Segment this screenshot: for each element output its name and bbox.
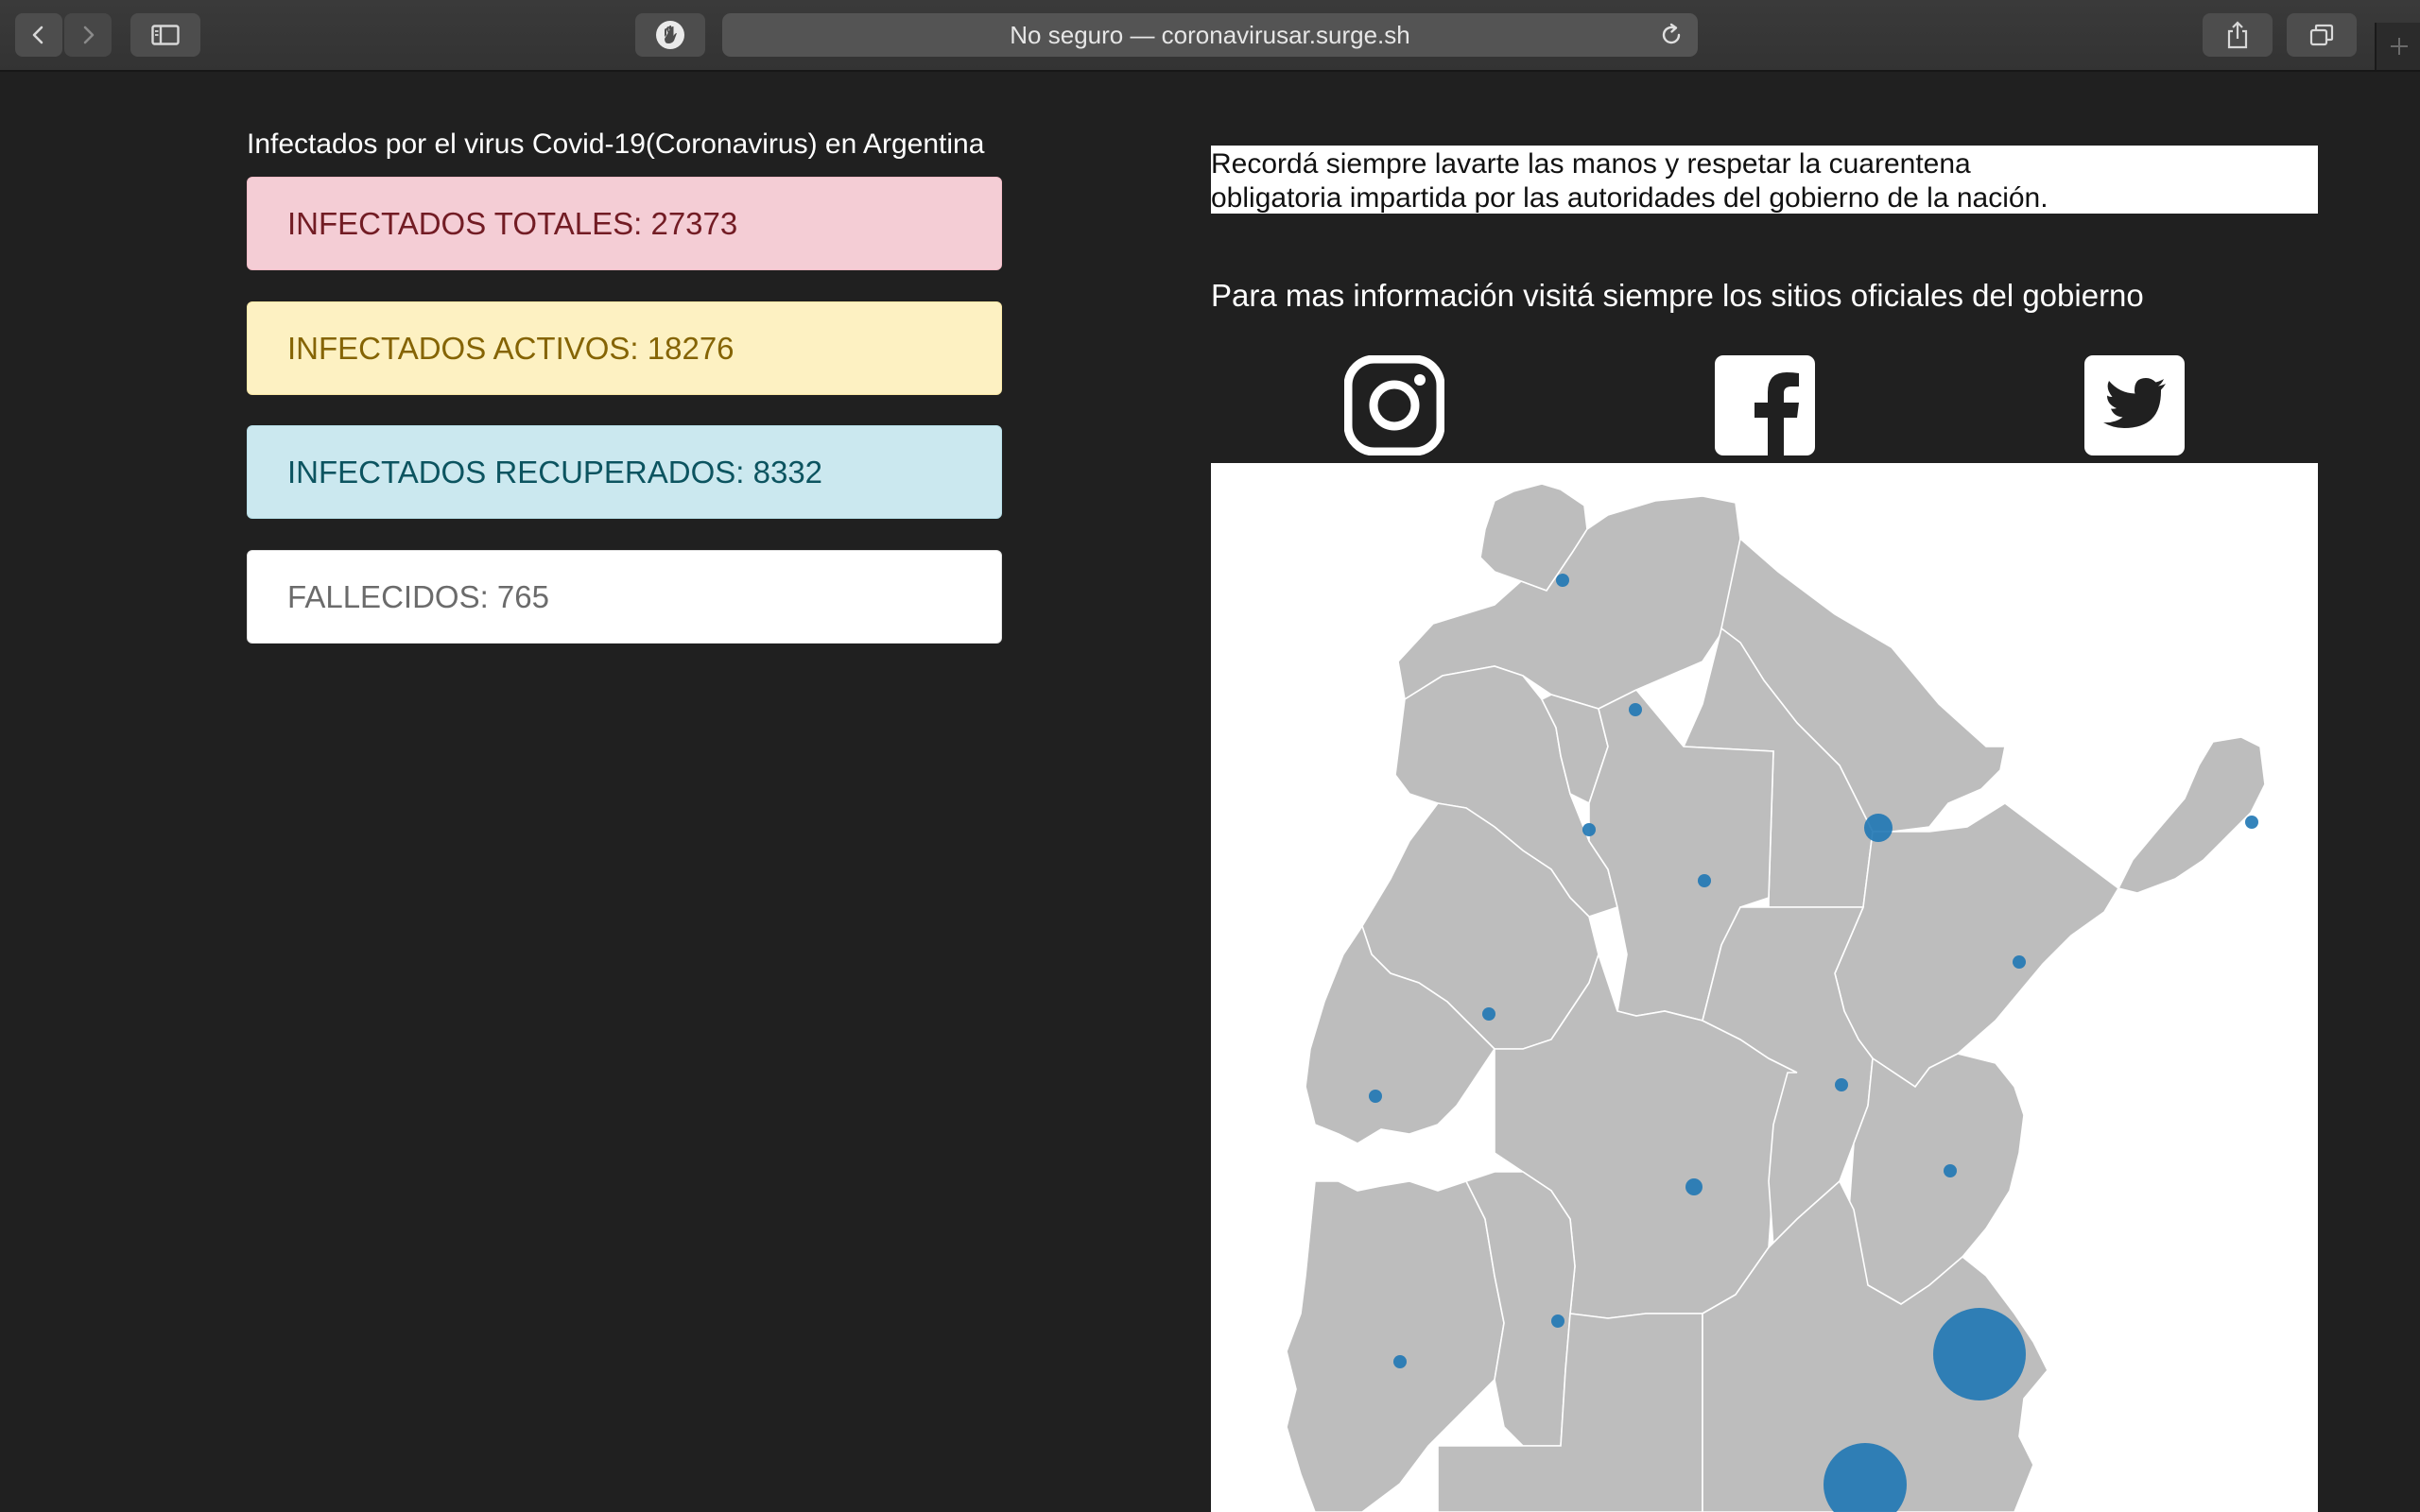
bubble-salta[interactable] [1629,703,1642,716]
page-title: Infectados por el virus Covid-19(Coronav… [247,129,985,160]
bubble-corrientes[interactable] [1944,1164,1957,1177]
new-tab-button[interactable] [2375,23,2420,70]
address-text: No seguro — coronavirusar.surge.sh [1010,20,1410,49]
browser-toolbar: No seguro — coronavirusar.surge.sh [0,0,2420,72]
deaths-card: FALLECIDOS: 765 [247,550,1002,644]
facebook-icon [1715,355,1815,455]
forward-icon [83,26,95,44]
forward-button[interactable] [64,13,112,57]
sidebar-button[interactable] [130,13,200,57]
tabs-overview-button[interactable] [2287,13,2357,57]
instagram-link[interactable] [1344,355,1444,455]
quarantine-notice: Recordá siempre lavarte las manos y resp… [1211,146,2318,214]
new-tab-icon [2391,38,2408,55]
privacy-button[interactable] [635,13,705,57]
reload-icon[interactable] [1658,22,1685,48]
back-icon [32,26,43,44]
back-button[interactable] [15,13,62,57]
argentina-map [1211,463,2318,1512]
bubble-formosa[interactable] [1864,814,1893,842]
official-info-text: Para mas información visitá siempre los … [1211,278,2144,313]
instagram-icon [1344,355,1444,455]
bubble-cordoba[interactable] [1685,1178,1703,1195]
sidebar-icon [151,25,180,45]
share-button[interactable] [2203,13,2273,57]
bubble-chaco[interactable] [2013,955,2026,969]
bubble-caba[interactable] [1933,1308,2026,1400]
province-misiones[interactable] [2117,736,2266,894]
privacy-shield-icon [656,21,684,49]
notice-line-1: Recordá siempre lavarte las manos y resp… [1211,148,1971,180]
address-bar[interactable]: No seguro — coronavirusar.surge.sh [722,13,1698,57]
province-entre-rios[interactable] [1848,1053,2025,1305]
bubble-santiago-del-estero[interactable] [1698,874,1711,887]
bubble-san-juan[interactable] [1393,1355,1407,1368]
bubble-jujuy[interactable] [1556,574,1569,587]
total-infected-card: INFECTADOS TOTALES: 27373 [247,177,1002,270]
twitter-link[interactable] [2084,355,2185,455]
twitter-icon [2084,355,2185,455]
facebook-link[interactable] [1715,355,1815,455]
bubble-catamarca[interactable] [1482,1007,1495,1021]
recovered-card: INFECTADOS RECUPERADOS: 8332 [247,425,1002,519]
tabs-icon [2309,24,2334,46]
bubble-misiones[interactable] [2245,816,2258,829]
bubble-santa-fe[interactable] [1835,1078,1848,1091]
bubble-tucuman[interactable] [1582,823,1596,836]
provinces-map-svg [1286,483,2266,1512]
bubble-san-luis[interactable] [1551,1314,1564,1328]
province-corrientes[interactable] [1834,802,2120,1089]
bubble-la-rioja[interactable] [1369,1090,1382,1103]
active-infected-card: INFECTADOS ACTIVOS: 18276 [247,301,1002,395]
notice-line-2: obligatoria impartida por las autoridade… [1211,182,2048,214]
share-icon [2227,21,2248,49]
